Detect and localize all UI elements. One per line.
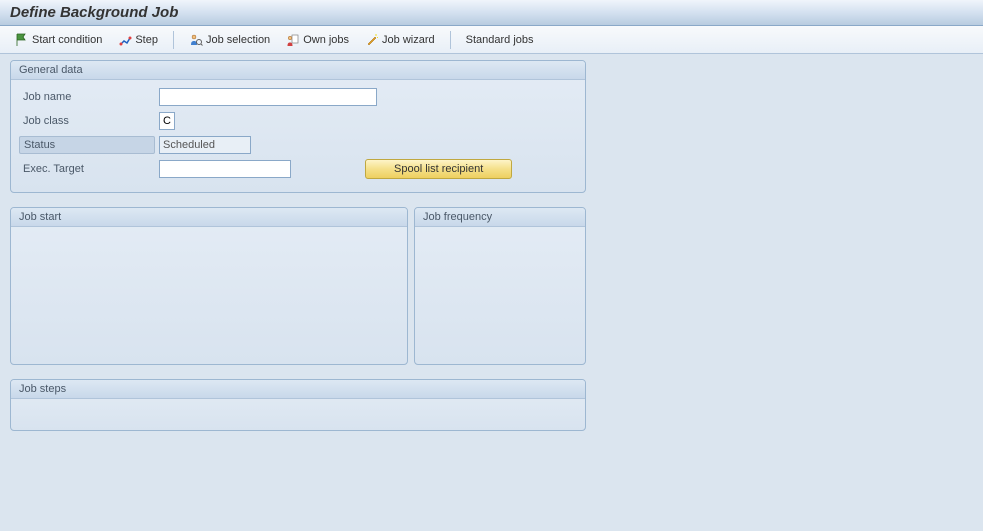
own-jobs-button[interactable]: Own jobs	[279, 30, 356, 50]
title-bar: Define Background Job	[0, 0, 983, 26]
job-class-label: Job class	[19, 113, 159, 129]
start-condition-button[interactable]: Start condition	[8, 30, 109, 50]
toolbar-label: Own jobs	[303, 34, 349, 46]
spool-list-recipient-button[interactable]: Spool list recipient	[365, 159, 512, 179]
toolbar-separator	[450, 31, 451, 49]
toolbar-label: Job wizard	[382, 34, 435, 46]
toolbar-label: Job selection	[206, 34, 270, 46]
wizard-icon	[365, 33, 379, 47]
job-frequency-body	[415, 227, 585, 243]
person-doc-icon	[286, 33, 300, 47]
job-name-input[interactable]	[159, 88, 377, 106]
exec-target-label: Exec. Target	[19, 161, 159, 177]
step-button[interactable]: Step	[111, 30, 165, 50]
job-wizard-button[interactable]: Job wizard	[358, 30, 442, 50]
toolbar-label: Step	[135, 34, 158, 46]
content-area: General data Job name Job class Status E…	[0, 54, 983, 451]
group-header: Job frequency	[415, 208, 585, 227]
job-class-input[interactable]	[159, 112, 175, 130]
group-header: Job start	[11, 208, 407, 227]
job-selection-button[interactable]: Job selection	[182, 30, 277, 50]
job-frequency-group: Job frequency	[414, 207, 586, 365]
job-name-label: Job name	[19, 89, 159, 105]
job-start-body	[11, 227, 407, 243]
standard-jobs-button[interactable]: Standard jobs	[459, 31, 541, 49]
group-header: General data	[11, 61, 585, 80]
toolbar-separator	[173, 31, 174, 49]
person-search-icon	[189, 33, 203, 47]
toolbar: Start condition Step Job selection Own j…	[0, 26, 983, 54]
status-label: Status	[19, 136, 155, 154]
flag-icon	[15, 33, 29, 47]
job-steps-group: Job steps	[10, 379, 586, 431]
status-field	[159, 136, 251, 154]
group-header: Job steps	[11, 380, 585, 399]
toolbar-label: Standard jobs	[466, 34, 534, 46]
general-data-group: General data Job name Job class Status E…	[10, 60, 586, 193]
toolbar-label: Start condition	[32, 34, 102, 46]
job-steps-body	[11, 399, 585, 415]
exec-target-input[interactable]	[159, 160, 291, 178]
step-icon	[118, 33, 132, 47]
job-start-group: Job start	[10, 207, 408, 365]
page-title: Define Background Job	[10, 4, 178, 21]
